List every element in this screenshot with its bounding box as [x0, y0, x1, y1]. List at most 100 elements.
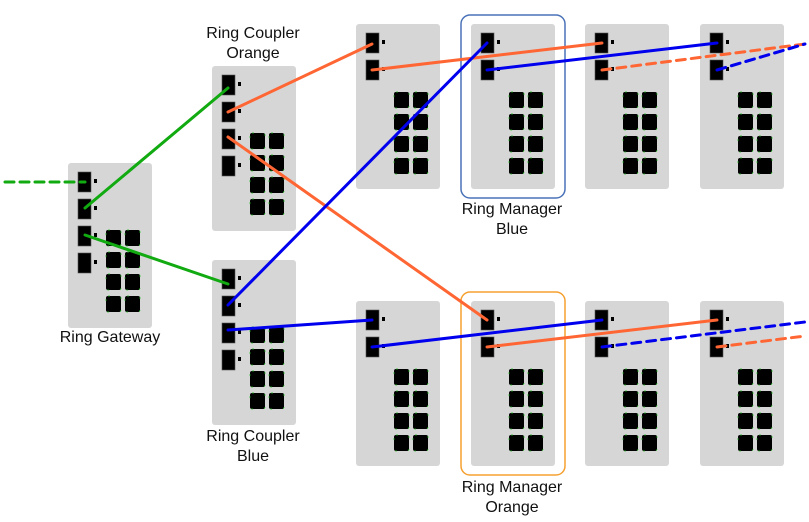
switch-ring-coupler-orange-rj45-port — [249, 176, 266, 194]
switch-bottom-1-rj45-port — [393, 368, 410, 386]
switch-top-2-rj45-port — [527, 135, 544, 153]
switch-ring-gateway-rj45-port — [124, 273, 141, 291]
switch-ring-coupler-blue-rj45-port — [268, 370, 285, 388]
switch-top-3-rj45-port — [641, 113, 658, 131]
switch-ring-coupler-blue-port-led — [238, 303, 241, 307]
switch-bottom-4-port-led — [726, 317, 729, 321]
switch-ring-gateway-sfp-port — [77, 252, 92, 274]
switch-bottom-2-rj45-port — [508, 390, 525, 408]
switch-bottom-3-port-led — [611, 317, 614, 321]
switch-top-3-rj45-port — [641, 135, 658, 153]
switch-bottom-3-rj45-port — [622, 434, 639, 452]
switch-ring-coupler-blue-rj45-port — [249, 392, 266, 410]
switch-ring-gateway-port-led — [94, 260, 97, 264]
label-ring-gateway: Ring Gateway — [59, 329, 161, 346]
switch-top-4-rj45-port — [756, 135, 773, 153]
switch-bottom-3-rj45-port — [622, 368, 639, 386]
switch-bottom-3-rj45-port — [641, 412, 658, 430]
switch-bottom-1-port-led — [382, 317, 385, 321]
switch-bottom-3-rj45-port — [622, 412, 639, 430]
switch-top-4-rj45-port — [737, 135, 754, 153]
switch-top-1-rj45-port — [393, 157, 410, 175]
switch-ring-coupler-blue-sfp-port — [221, 268, 236, 290]
switch-bottom-4-rj45-port — [756, 434, 773, 452]
switch-top-2-rj45-port — [527, 113, 544, 131]
switch-bottom-4-rj45-port — [756, 412, 773, 430]
switch-bottom-4-rj45-port — [737, 434, 754, 452]
switch-top-1-port-led — [382, 40, 385, 44]
switch-ring-coupler-orange-rj45-port — [249, 198, 266, 216]
switch-bottom-3-rj45-port — [641, 368, 658, 386]
label-ring-coupler-blue: Ring Coupler Blue — [206, 428, 300, 465]
switch-bottom-1-rj45-port — [412, 412, 429, 430]
switch-top-3-rj45-port — [641, 91, 658, 109]
switch-top-3-rj45-port — [641, 157, 658, 175]
switch-top-3-rj45-port — [622, 157, 639, 175]
ring-topology-diagram: Ring Gateway Ring Coupler Orange Ring Cou… — [0, 0, 809, 522]
switch-top-1-rj45-port — [412, 157, 429, 175]
switch-ring-coupler-blue-rj45-port — [249, 370, 266, 388]
switch-top-2-port-led — [497, 40, 500, 44]
switch-ring-gateway-port-led — [94, 233, 97, 237]
switch-bottom-2-rj45-port — [508, 412, 525, 430]
switch-bottom-3-rj45-port — [641, 390, 658, 408]
label-ring-manager-blue: Ring Manager Blue — [461, 201, 563, 238]
switch-ring-coupler-blue-rj45-port — [268, 392, 285, 410]
switch-bottom-3-rj45-port — [622, 390, 639, 408]
switch-ring-coupler-orange-rj45-port — [268, 176, 285, 194]
switch-ring-coupler-orange-sfp-port — [221, 155, 236, 177]
switch-bottom-4-rj45-port — [737, 368, 754, 386]
switch-ring-coupler-orange-rj45-port — [268, 132, 285, 150]
switch-bottom-1-rj45-port — [412, 434, 429, 452]
switch-top-4-rj45-port — [756, 91, 773, 109]
switch-bottom-2-rj45-port — [527, 434, 544, 452]
switch-ring-gateway-rj45-port — [124, 295, 141, 313]
switch-ring-coupler-orange-rj45-port — [268, 198, 285, 216]
switch-ring-coupler-blue-port-led — [238, 276, 241, 280]
switch-top-4-rj45-port — [756, 157, 773, 175]
switch-top-3-rj45-port — [622, 135, 639, 153]
switch-top-3-rj45-port — [622, 91, 639, 109]
switch-ring-coupler-blue-sfp-port — [221, 322, 236, 344]
switch-ring-gateway-rj45-port — [124, 229, 141, 247]
switch-ring-coupler-blue-sfp-port — [221, 349, 236, 371]
switch-top-2-rj45-port — [527, 157, 544, 175]
switch-top-1-rj45-port — [412, 135, 429, 153]
switch-ring-gateway-rj45-port — [105, 251, 122, 269]
switch-ring-gateway-rj45-port — [105, 295, 122, 313]
switch-top-4-rj45-port — [737, 91, 754, 109]
switch-bottom-1-rj45-port — [412, 390, 429, 408]
switch-ring-gateway-port-led — [94, 179, 97, 183]
switch-bottom-4-rj45-port — [737, 412, 754, 430]
switch-top-2-rj45-port — [527, 91, 544, 109]
switch-ring-coupler-orange-port-led — [238, 163, 241, 167]
switch-top-3-rj45-port — [622, 113, 639, 131]
switch-top-1-rj45-port — [393, 135, 410, 153]
switch-bottom-2-port-led — [497, 317, 500, 321]
switch-bottom-2-rj45-port — [527, 412, 544, 430]
switch-bottom-1-rj45-port — [393, 412, 410, 430]
switch-bottom-4-rj45-port — [756, 368, 773, 386]
switch-bottom-3-rj45-port — [641, 434, 658, 452]
switch-ring-coupler-blue-port-led — [238, 357, 241, 361]
switch-ring-coupler-orange-port-led — [238, 136, 241, 140]
switch-bottom-2-rj45-port — [527, 390, 544, 408]
switch-ring-coupler-orange-port-led — [238, 82, 241, 86]
switch-ring-gateway-rj45-port — [105, 273, 122, 291]
switch-ring-coupler-orange-port-led — [238, 109, 241, 113]
switch-ring-coupler-blue-rj45-port — [268, 326, 285, 344]
switch-bottom-2-rj45-port — [508, 434, 525, 452]
switch-top-1-rj45-port — [393, 91, 410, 109]
switch-bottom-4-rj45-port — [756, 390, 773, 408]
label-ring-coupler-orange: Ring Coupler Orange — [206, 25, 300, 62]
switch-bottom-4-rj45-port — [737, 390, 754, 408]
switch-bottom-1-rj45-port — [393, 390, 410, 408]
switch-bottom-2-rj45-port — [527, 368, 544, 386]
switch-ring-coupler-orange-rj45-port — [249, 132, 266, 150]
switch-top-2-rj45-port — [508, 135, 525, 153]
switch-top-2-rj45-port — [508, 157, 525, 175]
switch-top-4-rj45-port — [737, 113, 754, 131]
diagram-canvas — [3, 14, 807, 476]
switch-bottom-1-rj45-port — [412, 368, 429, 386]
label-ring-manager-orange: Ring Manager Orange — [461, 479, 563, 516]
